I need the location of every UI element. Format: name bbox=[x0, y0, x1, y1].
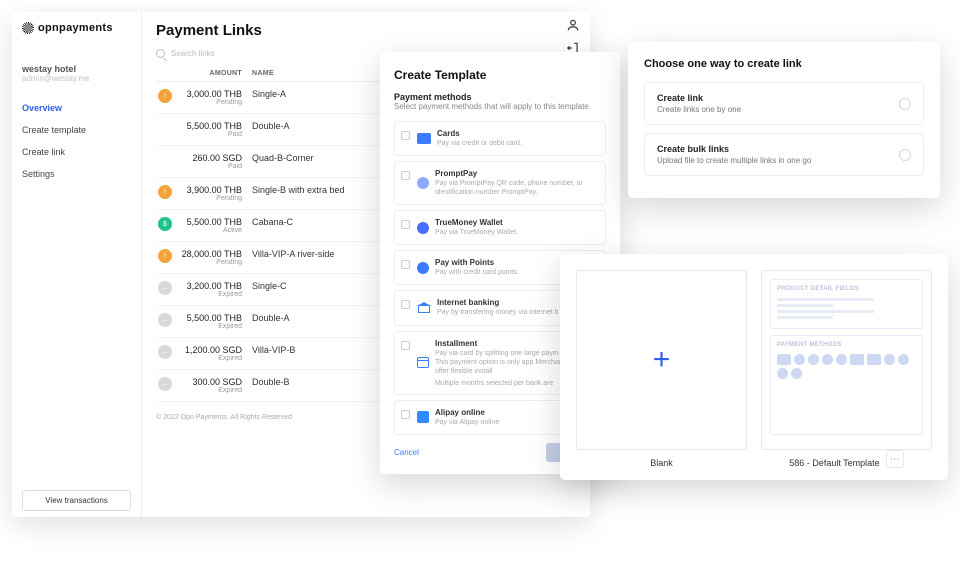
row-status-label: Paid bbox=[180, 163, 242, 170]
cal-icon bbox=[417, 357, 429, 368]
row-amount: 5,500.00 THB bbox=[180, 313, 242, 323]
template-cancel-button[interactable]: Cancel bbox=[394, 448, 419, 457]
row-amount: 28,000.00 THB bbox=[180, 249, 242, 259]
prompt-icon bbox=[417, 177, 429, 189]
template-panel-title: Create Template bbox=[394, 68, 606, 82]
method-desc: Pay with credit card points. bbox=[435, 268, 519, 277]
option-desc: Create links one by one bbox=[657, 105, 887, 114]
nav-create-link[interactable]: Create link bbox=[22, 141, 131, 163]
search-icon bbox=[156, 49, 165, 58]
nav-create-template[interactable]: Create template bbox=[22, 119, 131, 141]
option-title: Create bulk links bbox=[657, 144, 887, 154]
method-name: Pay with Points bbox=[435, 258, 519, 267]
user-icon[interactable] bbox=[566, 18, 580, 35]
row-amount: 3,200.00 THB bbox=[180, 281, 242, 291]
checkbox[interactable] bbox=[401, 131, 410, 140]
row-amount: 5,500.00 THB bbox=[180, 121, 242, 131]
bank-icon bbox=[417, 302, 431, 314]
status-badge: ! bbox=[158, 249, 172, 263]
template-gallery-panel: + Blank PRODUCT DETAIL FIELDS PAYMENT ME… bbox=[560, 254, 948, 480]
status-badge bbox=[158, 121, 172, 135]
choose-link-panel: Choose one way to create link Create lin… bbox=[628, 42, 940, 198]
checkbox[interactable] bbox=[401, 260, 410, 269]
merchant-name: westay hotel bbox=[22, 64, 131, 74]
method-desc: Pay via PromptPay QR code, phone number,… bbox=[435, 179, 597, 197]
row-amount: 3,000.00 THB bbox=[180, 89, 242, 99]
brand-name: opnpayments bbox=[38, 22, 113, 34]
preview-section-products: PRODUCT DETAIL FIELDS bbox=[777, 286, 916, 292]
status-badge: $ bbox=[158, 217, 172, 231]
blank-template-label: Blank bbox=[650, 458, 673, 468]
method-name: PromptPay bbox=[435, 169, 597, 178]
row-amount: 5,500.00 THB bbox=[180, 217, 242, 227]
alipay-icon bbox=[417, 411, 429, 423]
checkbox[interactable] bbox=[401, 341, 410, 350]
option-title: Create link bbox=[657, 93, 887, 103]
status-badge: – bbox=[158, 345, 172, 359]
checkbox[interactable] bbox=[401, 171, 410, 180]
default-template-label: 586 - Default Template bbox=[789, 458, 879, 468]
brand-logo-icon bbox=[22, 22, 34, 34]
method-desc: Pay via Alipay online bbox=[435, 418, 499, 427]
checkbox[interactable] bbox=[401, 300, 410, 309]
preview-section-payments: PAYMENT METHODS bbox=[777, 342, 916, 348]
row-status-label: Pending bbox=[180, 99, 242, 106]
status-badge bbox=[158, 153, 172, 167]
row-amount: 300.00 SGD bbox=[180, 377, 242, 387]
template-card-blank[interactable]: + Blank bbox=[576, 270, 747, 468]
checkbox[interactable] bbox=[401, 220, 410, 229]
card-icon bbox=[417, 133, 431, 144]
nav-overview[interactable]: Overview bbox=[22, 97, 131, 119]
method-name: Alipay online bbox=[435, 408, 499, 417]
brand: opnpayments bbox=[22, 22, 131, 34]
row-status-label: Expired bbox=[180, 291, 242, 298]
row-status-label: Expired bbox=[180, 323, 242, 330]
payment-method-option[interactable]: CardsPay via credit or debit card. bbox=[394, 121, 606, 156]
search-placeholder: Search links bbox=[171, 49, 215, 58]
method-name: Internet banking bbox=[437, 298, 558, 307]
plus-icon: + bbox=[653, 343, 671, 377]
method-desc: Pay via credit or debit card. bbox=[437, 139, 522, 148]
col-amount: AMOUNT bbox=[180, 70, 252, 77]
template-card-default[interactable]: PRODUCT DETAIL FIELDS PAYMENT METHODS 58… bbox=[761, 270, 932, 468]
tmw-icon bbox=[417, 222, 429, 234]
sidebar: opnpayments westay hotel admin@westay.me… bbox=[12, 12, 142, 517]
row-amount: 3,900.00 THB bbox=[180, 185, 242, 195]
method-desc: Pay by transfering money via internet b bbox=[437, 308, 558, 317]
row-status-label: Pending bbox=[180, 259, 242, 266]
page-title: Payment Links bbox=[156, 22, 576, 39]
status-badge: ! bbox=[158, 185, 172, 199]
merchant-email: admin@westay.me bbox=[22, 74, 131, 83]
create-link-option[interactable]: Create link Create links one by one bbox=[644, 82, 924, 125]
status-badge: – bbox=[158, 313, 172, 327]
method-desc: Pay via TrueMoney Wallet. bbox=[435, 228, 518, 237]
row-amount: 1,200.00 SGD bbox=[180, 345, 242, 355]
method-name: Cards bbox=[437, 129, 522, 138]
row-status-label: Expired bbox=[180, 387, 242, 394]
status-badge: – bbox=[158, 281, 172, 295]
nav-settings[interactable]: Settings bbox=[22, 163, 131, 185]
row-status-label: Paid bbox=[180, 131, 242, 138]
points-icon bbox=[417, 262, 429, 274]
payment-method-option[interactable]: PromptPayPay via PromptPay QR code, phon… bbox=[394, 161, 606, 205]
radio[interactable] bbox=[899, 149, 911, 161]
row-status-label: Expired bbox=[180, 355, 242, 362]
radio[interactable] bbox=[899, 98, 911, 110]
choose-panel-title: Choose one way to create link bbox=[644, 58, 924, 70]
create-link-option[interactable]: Create bulk links Upload file to create m… bbox=[644, 133, 924, 176]
template-more-button[interactable]: ⋯ bbox=[886, 450, 904, 468]
template-section-desc: Select payment methods that will apply t… bbox=[394, 102, 606, 111]
status-badge: – bbox=[158, 377, 172, 391]
status-badge: ! bbox=[158, 89, 172, 103]
payment-method-option[interactable]: TrueMoney WalletPay via TrueMoney Wallet… bbox=[394, 210, 606, 245]
row-status-label: Active bbox=[180, 227, 242, 234]
row-status-label: Pending bbox=[180, 195, 242, 202]
method-name: TrueMoney Wallet bbox=[435, 218, 518, 227]
template-section-title: Payment methods bbox=[394, 92, 606, 102]
checkbox[interactable] bbox=[401, 410, 410, 419]
row-amount: 260.00 SGD bbox=[180, 153, 242, 163]
view-transactions-button[interactable]: View transactions bbox=[22, 490, 131, 511]
option-desc: Upload file to create multiple links in … bbox=[657, 156, 887, 165]
